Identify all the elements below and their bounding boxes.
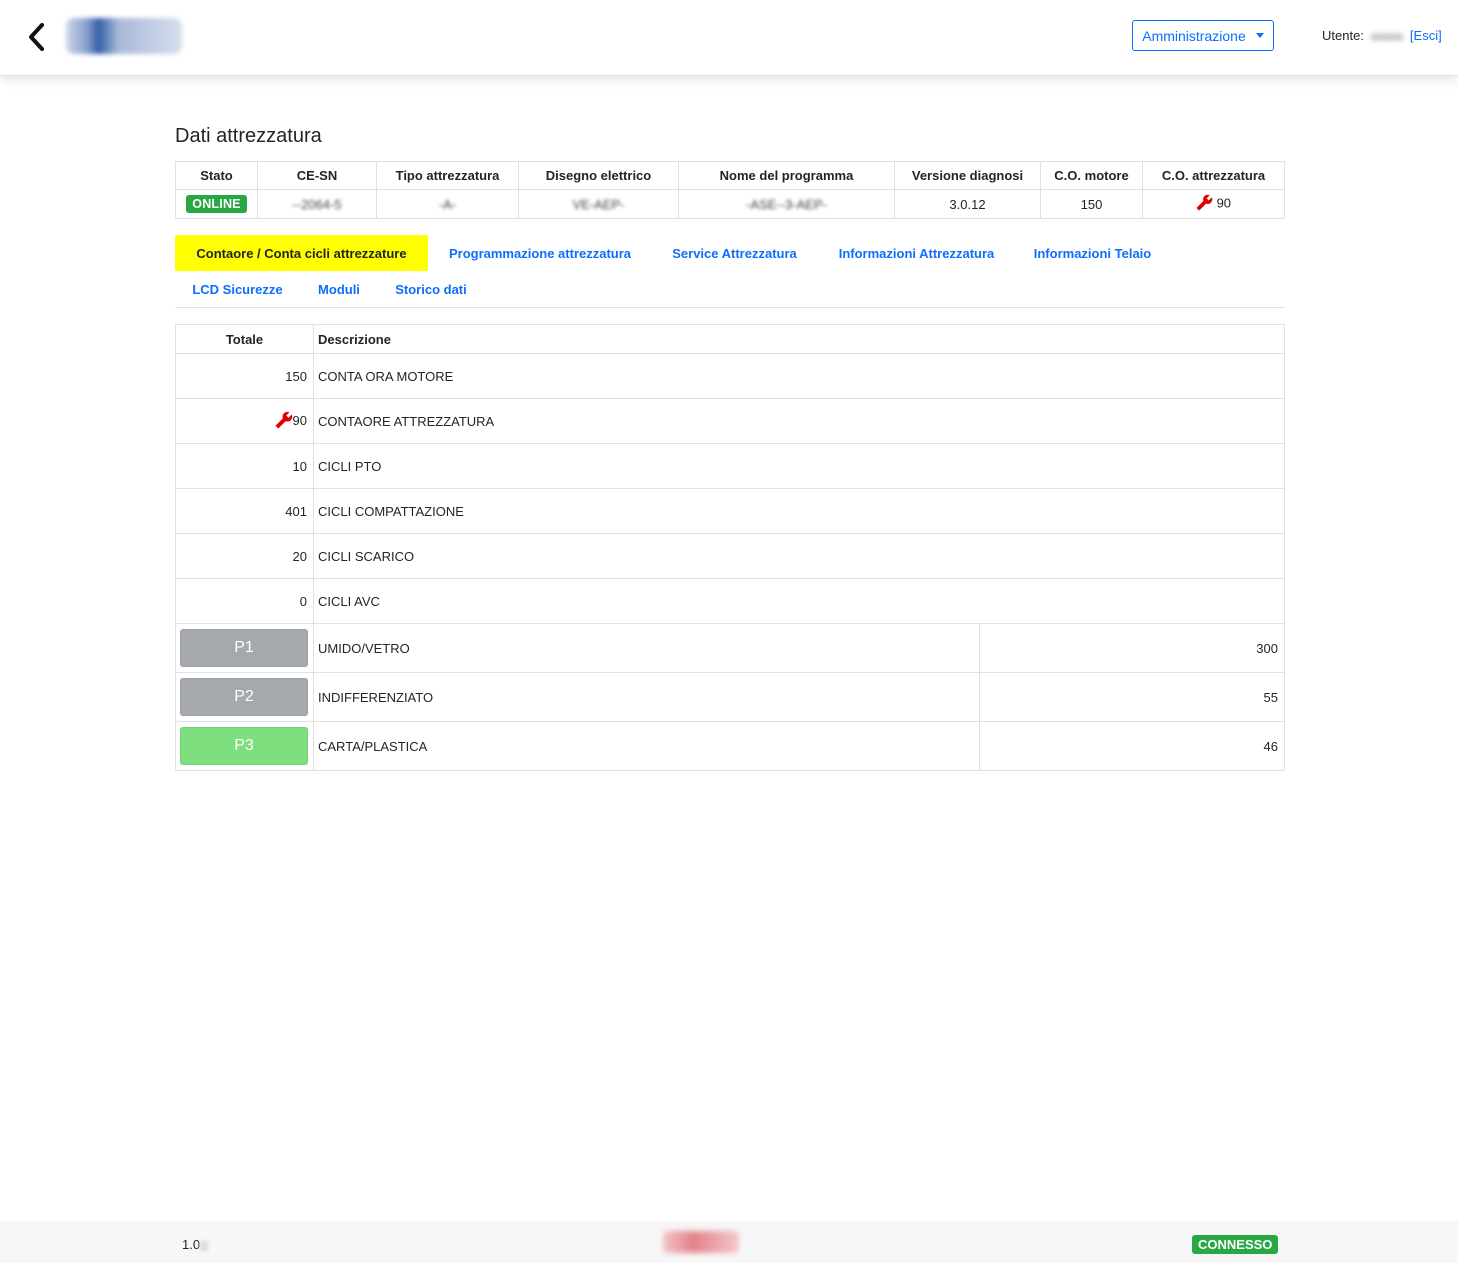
header-stato: Stato bbox=[175, 161, 258, 190]
header-versione-diagnosi: Versione diagnosi bbox=[894, 161, 1041, 190]
chevron-down-icon bbox=[1255, 33, 1264, 38]
disegno-text: VE-AEP- bbox=[572, 196, 625, 212]
equipment-table: Stato CE-SN Tipo attrezzatura Disegno el… bbox=[175, 161, 1285, 219]
program-p2-button[interactable]: P2 bbox=[180, 678, 308, 716]
counter-value: 0 bbox=[175, 578, 314, 624]
table-row: 0 CICLI AVC bbox=[175, 578, 1285, 624]
counter-value-cell: 90 bbox=[175, 398, 314, 444]
tab-service[interactable]: Service Attrezzatura bbox=[652, 235, 817, 271]
table-row: 10 CICLI PTO bbox=[175, 443, 1285, 489]
programma-text: -ASE--3-AEP- bbox=[746, 196, 827, 212]
header-co-attrezzatura: C.O. attrezzatura bbox=[1142, 161, 1285, 190]
counter-label: CICLI COMPATTAZIONE bbox=[313, 488, 1285, 534]
counter-value: 90 bbox=[292, 412, 307, 428]
equipment-data-row: ONLINE --2064-5 -A- VE-AEP- -ASE--3-AEP-… bbox=[175, 189, 1285, 219]
co-motore-value: 150 bbox=[1040, 189, 1143, 219]
table-row: 20 CICLI SCARICO bbox=[175, 533, 1285, 579]
header-disegno-elettrico: Disegno elettrico bbox=[518, 161, 679, 190]
header-descrizione: Descrizione bbox=[313, 324, 1285, 354]
counter-label: CICLI SCARICO bbox=[313, 533, 1285, 579]
program-button-cell: P2 bbox=[175, 672, 314, 722]
tab-storico-dati[interactable]: Storico dati bbox=[378, 271, 484, 307]
tab-informazioni-telaio[interactable]: Informazioni Telaio bbox=[1016, 235, 1169, 271]
status-badge: ONLINE bbox=[186, 195, 247, 213]
co-attrezzatura-cell: 90 bbox=[1142, 189, 1285, 219]
header-co-motore: C.O. motore bbox=[1040, 161, 1143, 190]
user-name bbox=[1369, 32, 1404, 41]
ce-sn-value: --2064-5 bbox=[257, 189, 377, 219]
footer: 1.0 CONNESSO bbox=[0, 1221, 1458, 1263]
program-value: 46 bbox=[979, 721, 1285, 771]
back-arrow-icon[interactable] bbox=[24, 20, 54, 54]
program-p1-button[interactable]: P1 bbox=[180, 629, 308, 667]
table-row: 401 CICLI COMPATTAZIONE bbox=[175, 488, 1285, 534]
program-p3-button[interactable]: P3 bbox=[180, 727, 308, 765]
program-row: P2 INDIFFERENZIATO 55 bbox=[175, 672, 1285, 722]
ce-sn-text: --2064-5 bbox=[292, 196, 342, 212]
header-nome-programma: Nome del programma bbox=[678, 161, 895, 190]
tipo-value: -A- bbox=[376, 189, 519, 219]
header-totale: Totale bbox=[175, 324, 314, 354]
equipment-header-row: Stato CE-SN Tipo attrezzatura Disegno el… bbox=[175, 161, 1285, 190]
co-attrezzatura-value: 90 bbox=[1216, 195, 1232, 211]
counter-label: CONTA ORA MOTORE bbox=[313, 353, 1285, 399]
program-label: CARTA/PLASTICA bbox=[313, 721, 980, 771]
brand-logo bbox=[663, 1231, 739, 1253]
tab-bar: Contaore / Conta cicli attrezzature Prog… bbox=[175, 235, 1285, 308]
counter-value: 10 bbox=[175, 443, 314, 489]
admin-dropdown-button[interactable]: Amministrazione bbox=[1132, 20, 1274, 51]
counter-header-row: Totale Descrizione bbox=[175, 324, 1285, 354]
counter-label: CONTAORE ATTREZZATURA bbox=[313, 398, 1285, 444]
page-title: Dati attrezzatura bbox=[175, 125, 322, 147]
program-button-cell: P1 bbox=[175, 623, 314, 673]
tab-contaore[interactable]: Contaore / Conta cicli attrezzature bbox=[175, 235, 428, 271]
counter-label: CICLI PTO bbox=[313, 443, 1285, 489]
program-value: 300 bbox=[979, 623, 1285, 673]
version-redacted bbox=[200, 1240, 209, 1251]
top-navbar: Amministrazione Utente: [Esci] bbox=[0, 0, 1458, 76]
program-label: UMIDO/VETRO bbox=[313, 623, 980, 673]
program-row: P3 CARTA/PLASTICA 46 bbox=[175, 721, 1285, 771]
table-row: 90 CONTAORE ATTREZZATURA bbox=[175, 398, 1285, 444]
counter-value: 150 bbox=[175, 353, 314, 399]
versione-value: 3.0.12 bbox=[894, 189, 1041, 219]
counter-value: 20 bbox=[175, 533, 314, 579]
counter-value: 401 bbox=[175, 488, 314, 534]
tab-informazioni-attrezzatura[interactable]: Informazioni Attrezzatura bbox=[817, 235, 1016, 271]
user-info: Utente: [Esci] bbox=[1322, 28, 1442, 43]
company-logo[interactable] bbox=[66, 18, 182, 54]
connection-status-badge: CONNESSO bbox=[1192, 1235, 1279, 1254]
status-cell: ONLINE bbox=[175, 189, 258, 219]
counter-table: Totale Descrizione 150 CONTA ORA MOTORE … bbox=[175, 324, 1285, 771]
programma-value: -ASE--3-AEP- bbox=[678, 189, 895, 219]
admin-dropdown-label: Amministrazione bbox=[1142, 27, 1246, 44]
tab-lcd-sicurezze[interactable]: LCD Sicurezze bbox=[175, 271, 300, 307]
disegno-value: VE-AEP- bbox=[518, 189, 679, 219]
counter-label: CICLI AVC bbox=[313, 578, 1285, 624]
logout-link[interactable]: [Esci] bbox=[1410, 28, 1442, 43]
user-label: Utente: bbox=[1322, 28, 1364, 43]
program-button-cell: P3 bbox=[175, 721, 314, 771]
header-ce-sn: CE-SN bbox=[257, 161, 377, 190]
tab-moduli[interactable]: Moduli bbox=[300, 271, 378, 307]
program-label: INDIFFERENZIATO bbox=[313, 672, 980, 722]
program-row: P1 UMIDO/VETRO 300 bbox=[175, 623, 1285, 673]
table-row: 150 CONTA ORA MOTORE bbox=[175, 353, 1285, 399]
wrench-icon bbox=[1196, 194, 1213, 214]
version-text: 1.0 bbox=[182, 1237, 201, 1252]
app-version: 1.0 bbox=[182, 1237, 209, 1252]
program-value: 55 bbox=[979, 672, 1285, 722]
header-tipo-attrezzatura: Tipo attrezzatura bbox=[376, 161, 519, 190]
wrench-icon bbox=[275, 411, 293, 432]
tab-programmazione[interactable]: Programmazione attrezzatura bbox=[428, 235, 652, 271]
tipo-text: -A- bbox=[438, 196, 457, 212]
